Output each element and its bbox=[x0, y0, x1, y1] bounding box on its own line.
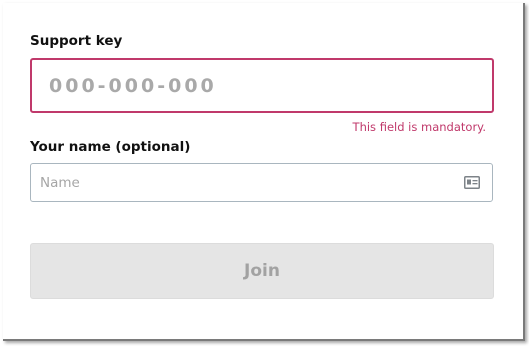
support-key-label: Support key bbox=[30, 33, 123, 49]
name-label: Your name (optional) bbox=[30, 139, 191, 155]
id-card-icon bbox=[464, 176, 480, 189]
support-key-field[interactable] bbox=[30, 58, 494, 113]
join-session-dialog: Support key This field is mandatory. You… bbox=[3, 3, 525, 341]
support-key-input[interactable] bbox=[32, 60, 492, 111]
name-input[interactable] bbox=[31, 164, 492, 201]
support-key-error-message: This field is mandatory. bbox=[352, 120, 486, 134]
join-button[interactable]: Join bbox=[30, 243, 494, 299]
name-field[interactable] bbox=[30, 163, 493, 202]
